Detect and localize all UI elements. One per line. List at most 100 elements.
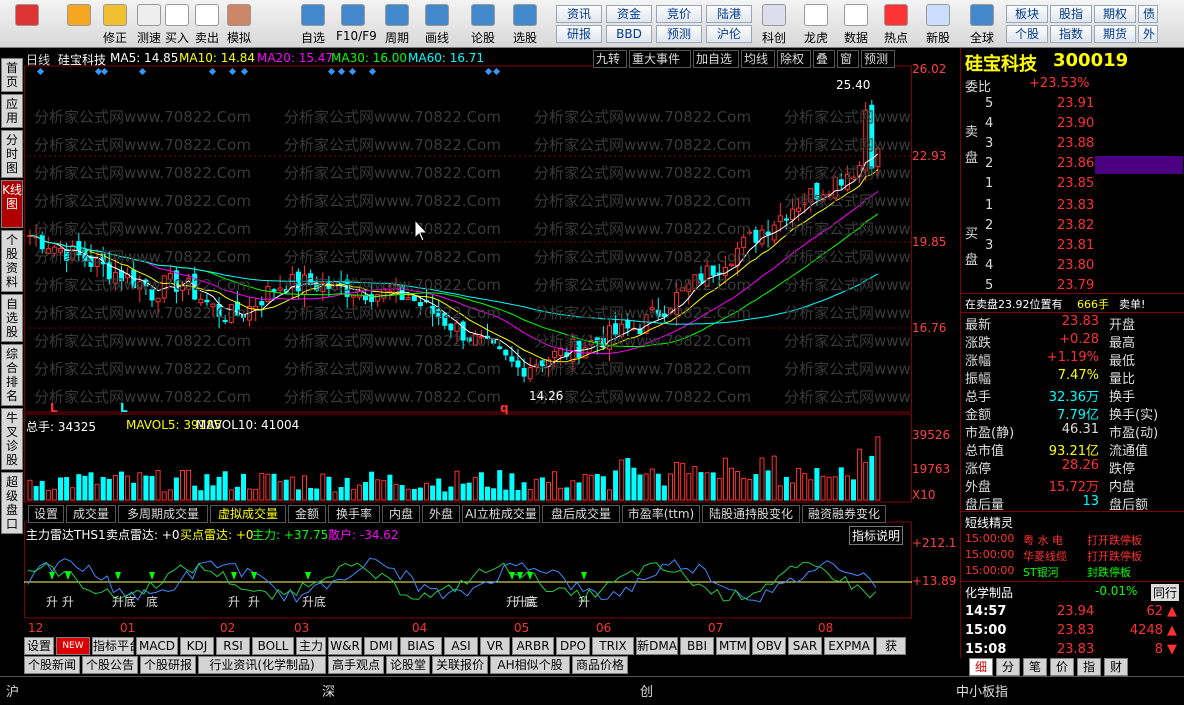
news-tab-3[interactable]: 行业资讯(化学制品) [198, 656, 326, 674]
bottom-tab-15[interactable]: TRIX [592, 637, 634, 655]
toolbar-grid-button[interactable]: BBD [606, 25, 652, 43]
chart-button-1[interactable]: 重大事件 [629, 50, 691, 68]
indicator-tab-11[interactable]: 陆股通持股变化 [702, 505, 800, 523]
toolbar-market-button[interactable]: 板块 [1006, 5, 1048, 23]
sector-tab[interactable]: 同行 [1151, 584, 1180, 601]
news-tab-7[interactable]: AH相似个股 [490, 656, 570, 674]
news-tab-8[interactable]: 商品价格 [572, 656, 628, 674]
toolbar-grid-button[interactable]: 研报 [556, 25, 602, 43]
bottom-tab-8[interactable]: W&R [328, 637, 362, 655]
indicator-tab-0[interactable]: 设置 [28, 505, 64, 523]
indicator-tab-3[interactable]: 虚拟成交量 [210, 505, 286, 523]
left-tab-8[interactable]: 超级盘口 [1, 472, 23, 534]
news-tab-6[interactable]: 关联报价 [432, 656, 488, 674]
toolbar-discuss-button[interactable]: 论股 [466, 2, 500, 46]
toolbar-pencil-button[interactable]: 画线 [420, 2, 454, 46]
news-tab-2[interactable]: 个股研报 [140, 656, 196, 674]
news-tab-0[interactable]: 个股新闻 [24, 656, 80, 674]
bottom-tab-10[interactable]: BIAS [400, 637, 442, 655]
indicator-tab-9[interactable]: 盘后成交量 [542, 505, 620, 523]
short-name[interactable]: 粤 水 电 [1023, 532, 1063, 548]
toolbar-dragon-button[interactable]: 龙虎 [796, 2, 836, 46]
indicator-tab-5[interactable]: 换手率 [328, 505, 380, 523]
toolbar-market-button[interactable]: 股指 [1050, 5, 1092, 23]
indicator-explain-button[interactable]: 指标说明 [849, 526, 904, 545]
left-tab-3[interactable]: K线图 [1, 180, 23, 228]
toolbar-buy-button[interactable]: 买入 [160, 2, 194, 46]
bottom-tab-22[interactable]: 获 [876, 637, 906, 655]
toolbar-market-button[interactable]: 指数 [1050, 25, 1092, 43]
indicator-tab-1[interactable]: 成交量 [66, 505, 116, 523]
toolbar-market-button[interactable]: 个股 [1006, 25, 1048, 43]
bottom-tab-11[interactable]: ASI [444, 637, 478, 655]
toolbar-hammer-button[interactable]: 模拟 [222, 2, 256, 46]
toolbar-f10-button[interactable]: F10/F9 [336, 2, 377, 46]
bottom-tab-21[interactable]: EXPMA [824, 637, 874, 655]
left-tab-5[interactable]: 自选股 [1, 294, 23, 342]
chart-svg[interactable]: 升升升底底升升升底 升升底底 升12 01 02 03 04 05 06 07 08分析家公式网ww… [24, 48, 912, 636]
chart-button-4[interactable]: 除权 [777, 50, 811, 68]
right-tab-2[interactable]: 笔 [1023, 658, 1047, 676]
bottom-tab-7[interactable]: 主力 [296, 637, 326, 655]
left-tab-6[interactable]: 综合排名 [1, 344, 23, 406]
bottom-tab-2[interactable]: 指标平台 [92, 637, 141, 655]
toolbar-grid-button[interactable]: 竞价 [656, 5, 702, 23]
bottom-tab-3[interactable]: MACD [136, 637, 178, 655]
toolbar-hot-button[interactable]: 热点 [876, 2, 916, 46]
bottom-tab-14[interactable]: DPO [556, 637, 590, 655]
left-tab-4[interactable]: 个股资料 [1, 230, 23, 292]
chart-button-7[interactable]: 预测 [861, 50, 895, 68]
toolbar-windows-button[interactable] [4, 2, 50, 46]
toolbar-globe-button[interactable]: 全球 [962, 2, 1002, 46]
toolbar-market-button[interactable]: 期权 [1094, 5, 1136, 23]
toolbar-grid-button[interactable]: 资讯 [556, 5, 602, 23]
short-name[interactable]: 华菱线缆 [1023, 548, 1067, 564]
right-tab-0[interactable]: 细 [969, 658, 993, 676]
bottom-tab-19[interactable]: OBV [752, 637, 786, 655]
toolbar-grid-button[interactable]: 陆港 [706, 5, 752, 23]
bottom-tab-1[interactable]: NEW [56, 637, 90, 655]
toolbar-market-button[interactable]: 债 [1138, 5, 1158, 23]
bottom-tab-0[interactable]: 设置 [24, 637, 54, 655]
toolbar-grid-button[interactable]: 沪伦 [706, 25, 752, 43]
toolbar-grid-button[interactable]: 预测 [656, 25, 702, 43]
sector-name[interactable]: 化学制品 [965, 584, 1013, 601]
bottom-tab-9[interactable]: DMI [364, 637, 398, 655]
short-name[interactable]: ST银河 [1023, 564, 1059, 580]
indicator-tab-2[interactable]: 多周期成交量 [118, 505, 208, 523]
bottom-tab-17[interactable]: BBI [680, 637, 714, 655]
left-tab-7[interactable]: 牛叉诊股 [1, 408, 23, 470]
toolbar-sell-button[interactable]: 卖出 [190, 2, 224, 46]
news-tab-4[interactable]: 高手观点 [328, 656, 384, 674]
bottom-tab-12[interactable]: VR [480, 637, 510, 655]
right-tab-4[interactable]: 指 [1077, 658, 1101, 676]
left-tab-1[interactable]: 应用 [1, 94, 23, 128]
bottom-tab-13[interactable]: ARBR [512, 637, 554, 655]
indicator-tab-8[interactable]: AI立桩成交量 [462, 505, 540, 523]
bottom-tab-4[interactable]: KDJ [180, 637, 214, 655]
kline-chart[interactable]: 升升升底底升升升底升升底底升 12 01 02 03 04 05 06 07 08 分析家公式网ww… [24, 48, 912, 636]
right-tab-5[interactable]: 财 [1104, 658, 1128, 676]
toolbar-period-clock-button[interactable]: 周期 [380, 2, 414, 46]
bottom-tab-5[interactable]: RSI [216, 637, 250, 655]
toolbar-repair-button[interactable]: 修正 [98, 2, 132, 46]
toolbar-speedometer-button[interactable]: 选股 [508, 2, 542, 46]
news-tab-5[interactable]: 论股堂 [386, 656, 430, 674]
toolbar-star-button[interactable]: 自选 [296, 2, 330, 46]
bottom-tab-6[interactable]: BOLL [252, 637, 294, 655]
chart-button-3[interactable]: 均线 [741, 50, 775, 68]
chart-button-5[interactable]: 叠 [813, 50, 835, 68]
indicator-tab-6[interactable]: 内盘 [382, 505, 420, 523]
bottom-tab-16[interactable]: 新DMA [636, 637, 678, 655]
left-tab-0[interactable]: 首页 [1, 58, 23, 92]
toolbar-grid-button[interactable]: 资金 [606, 5, 652, 23]
bottom-tab-18[interactable]: MTM [716, 637, 750, 655]
chart-button-2[interactable]: 加自选 [693, 50, 739, 68]
indicator-tab-10[interactable]: 市盈率(ttm) [622, 505, 700, 523]
indicator-tab-12[interactable]: 融资融券变化 [802, 505, 886, 523]
toolbar-chart-button[interactable]: 科创 [754, 2, 794, 46]
chart-button-6[interactable]: 窗 [837, 50, 859, 68]
indicator-tab-7[interactable]: 外盘 [422, 505, 460, 523]
toolbar-market-button[interactable]: 外 [1138, 25, 1158, 43]
right-tab-3[interactable]: 价 [1050, 658, 1074, 676]
